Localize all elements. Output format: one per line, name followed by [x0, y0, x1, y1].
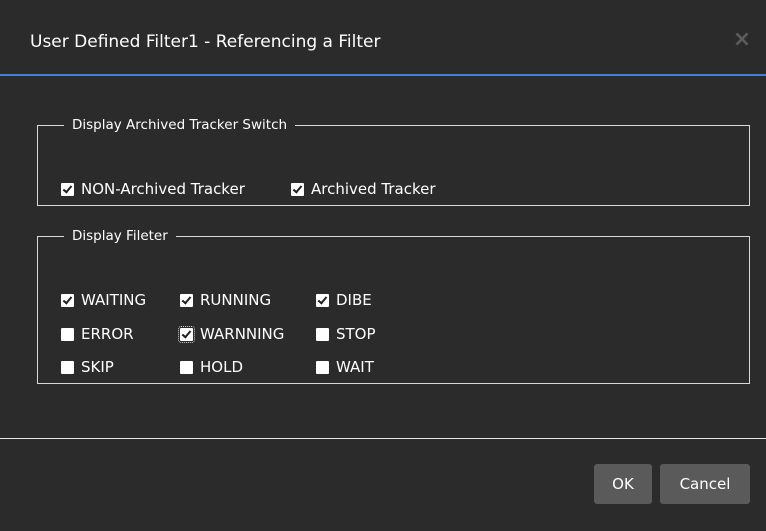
checkbox-error[interactable]: ERROR — [61, 325, 134, 343]
checkbox-label: SKIP — [81, 358, 114, 376]
display-filter-group: Display Fileter WAITING RUNNING DIBE ERR… — [37, 228, 750, 384]
close-icon[interactable]: × — [730, 28, 754, 52]
checkbox-label: Archived Tracker — [311, 180, 436, 198]
archive-switch-legend: Display Archived Tracker Switch — [72, 117, 288, 133]
checkbox-unchecked-icon[interactable] — [180, 360, 193, 374]
checkbox-wait[interactable]: WAIT — [316, 358, 374, 376]
checkbox-hold[interactable]: HOLD — [180, 358, 243, 376]
footer-divider — [0, 438, 766, 439]
checkbox-checked-icon[interactable] — [61, 293, 74, 307]
dialog-body: Display Archived Tracker Switch NON-Arch… — [0, 78, 766, 438]
checkbox-label: RUNNING — [200, 291, 272, 309]
checkbox-label: HOLD — [200, 358, 243, 376]
checkbox-waiting[interactable]: WAITING — [61, 291, 146, 309]
checkbox-non-archived-tracker[interactable]: NON-Archived Tracker — [61, 180, 245, 198]
checkbox-checked-icon[interactable] — [61, 182, 74, 196]
checkbox-dibe[interactable]: DIBE — [316, 291, 372, 309]
checkbox-skip[interactable]: SKIP — [61, 358, 114, 376]
cancel-button[interactable]: Cancel — [660, 464, 750, 504]
checkbox-unchecked-icon[interactable] — [61, 327, 74, 341]
display-filter-legend: Display Fileter — [72, 228, 168, 244]
filter-dialog: User Defined Filter1 - Referencing a Fil… — [0, 0, 766, 531]
checkbox-label: ERROR — [81, 325, 134, 343]
checkbox-unchecked-icon[interactable] — [316, 360, 329, 374]
checkbox-label: WAITING — [81, 291, 147, 309]
dialog-title: User Defined Filter1 - Referencing a Fil… — [30, 32, 381, 52]
checkbox-label: WAIT — [336, 358, 374, 376]
checkbox-stop[interactable]: STOP — [316, 325, 376, 343]
checkbox-running[interactable]: RUNNING — [180, 291, 271, 309]
archive-switch-group: Display Archived Tracker Switch NON-Arch… — [37, 117, 750, 206]
checkbox-warnning[interactable]: WARNNING — [178, 325, 285, 343]
checkbox-checked-icon[interactable] — [178, 325, 195, 343]
dialog-header: User Defined Filter1 - Referencing a Fil… — [0, 0, 766, 76]
checkbox-unchecked-icon[interactable] — [61, 360, 74, 374]
checkbox-label: WARNNING — [200, 325, 285, 343]
checkbox-checked-icon[interactable] — [316, 293, 329, 307]
checkbox-label: DIBE — [336, 291, 372, 309]
checkbox-checked-icon[interactable] — [180, 293, 193, 307]
checkbox-checked-icon[interactable] — [291, 182, 304, 196]
checkbox-label: STOP — [336, 325, 376, 343]
checkbox-unchecked-icon[interactable] — [316, 327, 329, 341]
checkbox-archived-tracker[interactable]: Archived Tracker — [291, 180, 436, 198]
ok-button[interactable]: OK — [594, 464, 652, 504]
checkbox-label: NON-Archived Tracker — [81, 180, 245, 198]
